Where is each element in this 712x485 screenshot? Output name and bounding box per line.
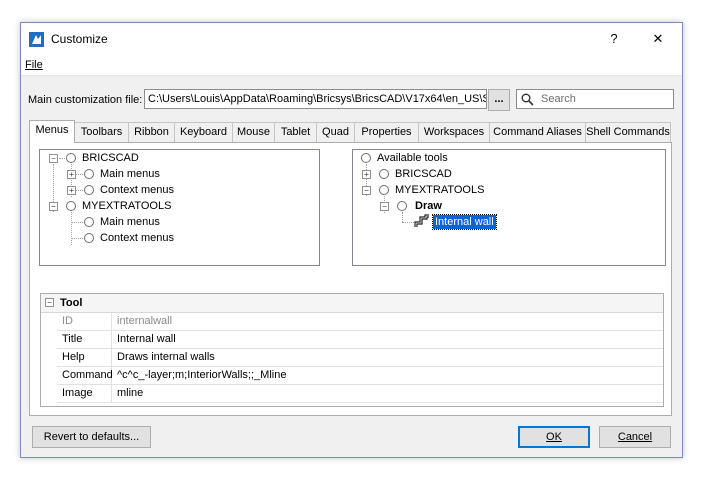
radio-icon[interactable] [84, 217, 94, 227]
radio-icon[interactable] [84, 169, 94, 179]
magnifier-icon [521, 93, 534, 106]
search-placeholder: Search [541, 93, 576, 105]
tree-node-bricscad[interactable]: BRICSCAD [82, 150, 139, 166]
property-row: ID internalwall [57, 313, 663, 331]
help-button[interactable]: ? [599, 29, 629, 49]
menus-tree[interactable]: − BRICSCAD + Main menus + Context menus … [39, 149, 320, 266]
tree-node-myextratools[interactable]: MYEXTRATOOLS [82, 198, 171, 214]
expand-icon[interactable]: + [67, 186, 76, 195]
bricscad-logo-icon [29, 32, 44, 47]
tab-properties[interactable]: Properties [354, 122, 419, 142]
property-row: Title Internal wall [57, 331, 663, 349]
property-row: Help Draws internal walls [57, 349, 663, 367]
property-name: Help [57, 349, 112, 366]
cancel-button[interactable]: Cancel [599, 426, 671, 448]
tab-ribbon[interactable]: Ribbon [128, 122, 175, 142]
search-input[interactable]: Search [516, 89, 674, 109]
tab-keyboard[interactable]: Keyboard [174, 122, 233, 142]
tab-quad[interactable]: Quad [316, 122, 355, 142]
tree-node-myextra-main-menus[interactable]: Main menus [100, 214, 160, 230]
radio-icon[interactable] [84, 185, 94, 195]
tree-node-available-tools[interactable]: Available tools [377, 150, 448, 166]
collapse-icon[interactable]: − [45, 298, 54, 307]
menus-tab-panel: − BRICSCAD + Main menus + Context menus … [29, 142, 672, 416]
tab-command-aliases[interactable]: Command Aliases [489, 122, 586, 142]
properties-section-title: Tool [60, 297, 83, 309]
property-name: Image [57, 385, 112, 402]
tree-node-bricscad-context-menus[interactable]: Context menus [100, 182, 174, 198]
property-row: Command ^c^c_-layer;m;InteriorWalls;;_Ml… [57, 367, 663, 385]
properties-grid: − Tool ID internalwall Title Internal wa… [40, 293, 664, 407]
available-tools-tree[interactable]: Available tools + BRICSCAD − MYEXTRATOOL… [352, 149, 666, 266]
tab-tablet[interactable]: Tablet [274, 122, 317, 142]
tree-node-tools-myextratools[interactable]: MYEXTRATOOLS [395, 182, 484, 198]
radio-icon[interactable] [379, 185, 389, 195]
property-value[interactable]: mline [117, 385, 143, 402]
tab-toolbars[interactable]: Toolbars [74, 122, 129, 142]
tree-node-draw[interactable]: Draw [415, 198, 442, 214]
browse-button[interactable]: ... [488, 89, 510, 111]
tab-mouse[interactable]: Mouse [232, 122, 275, 142]
tab-workspaces[interactable]: Workspaces [418, 122, 490, 142]
close-button[interactable]: ✕ [643, 29, 673, 49]
tab-shell-commands[interactable]: Shell Commands [585, 122, 671, 142]
main-customization-label: Main customization file: [28, 94, 143, 106]
property-name: Command [57, 367, 113, 384]
expand-icon[interactable]: + [67, 170, 76, 179]
expand-icon[interactable]: + [362, 170, 371, 179]
radio-icon[interactable] [66, 153, 76, 163]
radio-icon[interactable] [66, 201, 76, 211]
property-value[interactable]: Draws internal walls [117, 349, 215, 366]
properties-header: − Tool [41, 294, 663, 313]
tree-node-tools-bricscad[interactable]: BRICSCAD [395, 166, 452, 182]
tree-node-bricscad-main-menus[interactable]: Main menus [100, 166, 160, 182]
collapse-icon[interactable]: − [380, 202, 389, 211]
property-name: ID [57, 313, 112, 330]
menu-file[interactable]: File [25, 59, 43, 71]
radio-icon[interactable] [361, 153, 371, 163]
ok-button[interactable]: OK [518, 426, 590, 448]
collapse-icon[interactable]: − [49, 202, 58, 211]
radio-icon[interactable] [397, 201, 407, 211]
property-value: internalwall [117, 315, 173, 327]
tree-node-myextra-context-menus[interactable]: Context menus [100, 230, 174, 246]
tab-menus[interactable]: Menus [29, 120, 75, 143]
radio-icon[interactable] [84, 233, 94, 243]
collapse-icon[interactable]: − [362, 186, 371, 195]
main-customization-path-input[interactable]: C:\Users\Louis\AppData\Roaming\Bricsys\B… [144, 89, 487, 109]
title-bar: Customize ? ✕ [21, 23, 682, 55]
window-title: Customize [51, 32, 108, 46]
property-row: Image mline [57, 385, 663, 403]
wall-polyline-icon [414, 214, 429, 227]
collapse-icon[interactable]: − [49, 154, 58, 163]
customize-dialog: Customize ? ✕ File Main customization fi… [20, 22, 683, 458]
tree-node-internal-wall[interactable]: Internal wall [432, 214, 497, 230]
radio-icon[interactable] [379, 169, 389, 179]
revert-to-defaults-button[interactable]: Revert to defaults... [32, 426, 151, 448]
menu-bar: File [21, 55, 682, 76]
property-value[interactable]: ^c^c_-layer;m;InteriorWalls;;_Mline [117, 367, 286, 384]
property-value[interactable]: Internal wall [117, 331, 176, 348]
property-name: Title [57, 331, 112, 348]
